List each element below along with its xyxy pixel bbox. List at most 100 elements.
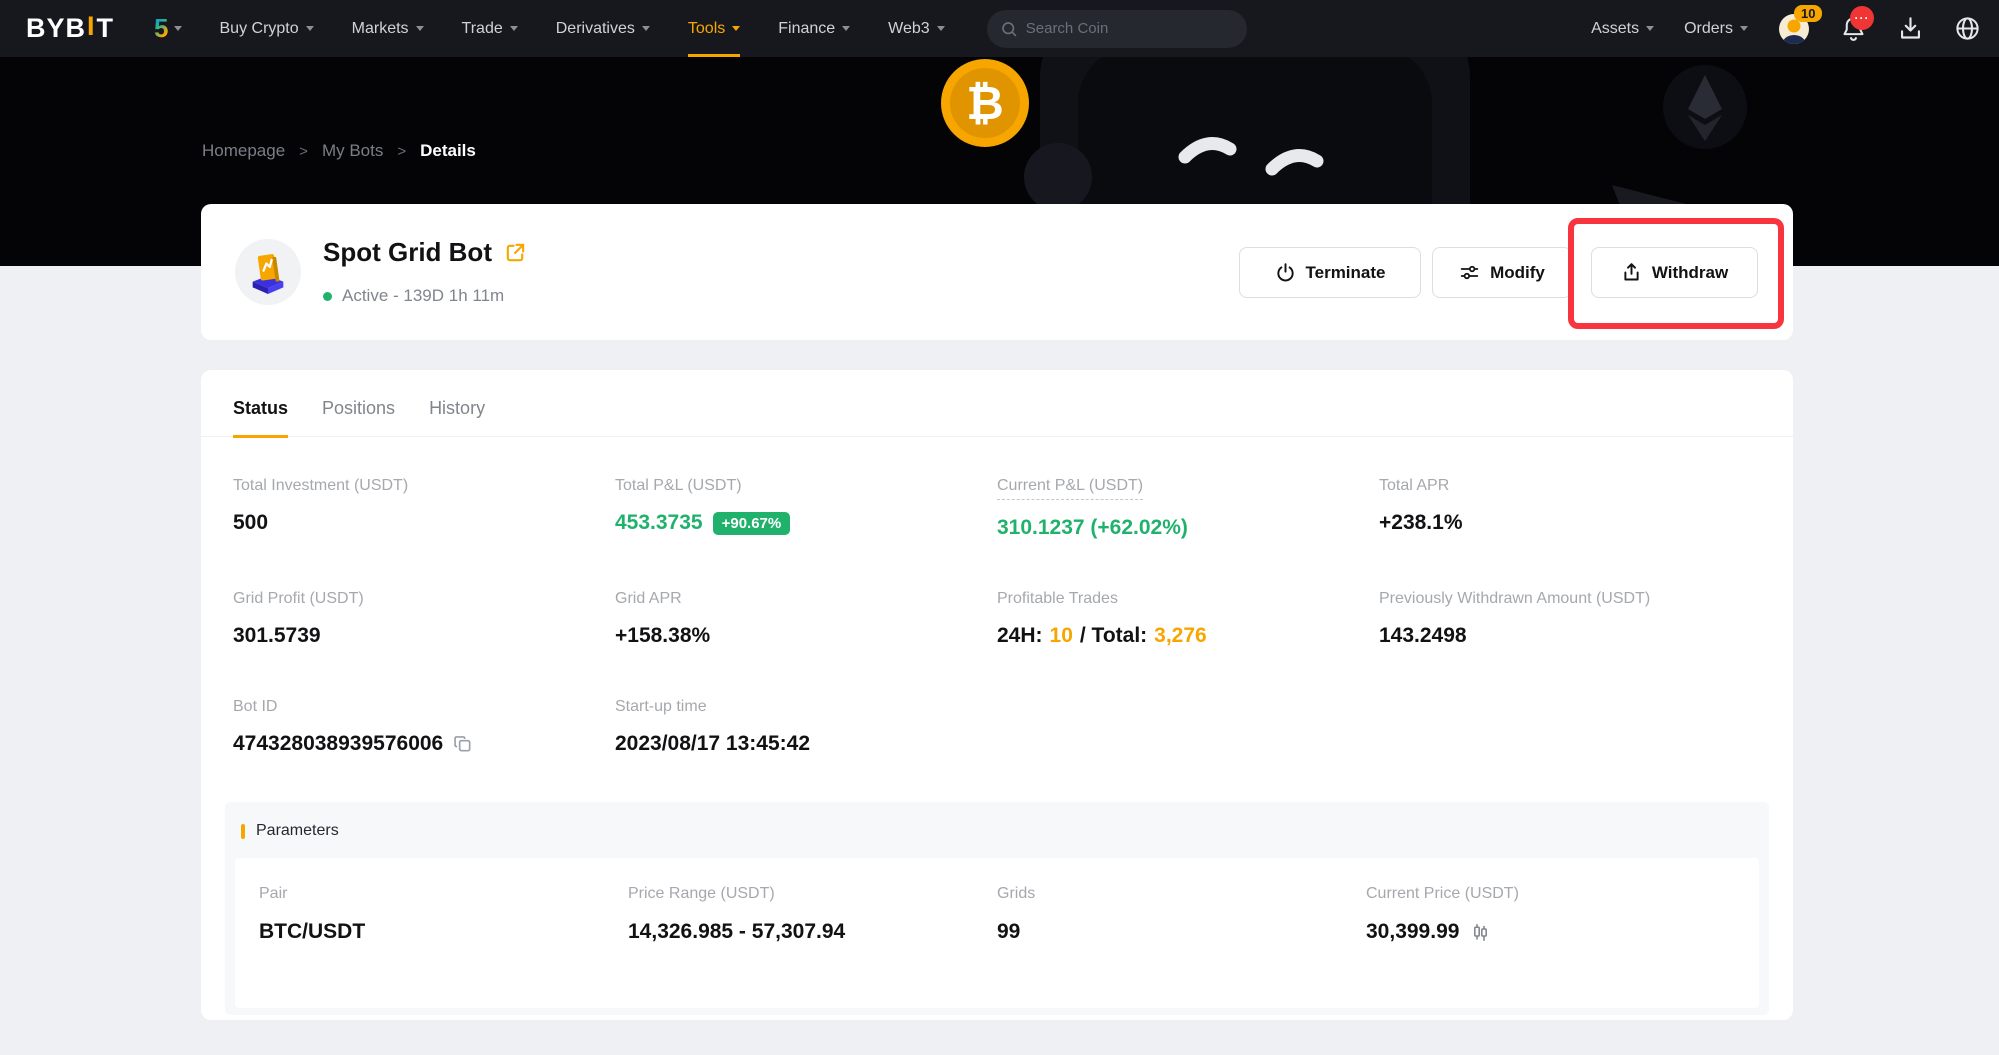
notifications-button[interactable]: ··· [1840,15,1867,42]
stat-value: +158.38% [615,624,997,648]
parameters-title: Parameters [256,822,339,840]
tab-positions[interactable]: Positions [322,398,395,436]
stat-label-underlined[interactable]: Current P&L (USDT) [997,477,1143,500]
nav-label: Trade [462,20,503,38]
nav-label: Derivatives [556,20,635,38]
trades-24h-label: 24H: [997,624,1043,648]
bot-status-text: Active - 139D 1h 11m [342,286,504,306]
param-value: BTC/USDT [259,920,628,944]
breadcrumb-my-bots[interactable]: My Bots [322,141,383,161]
chevron-down-icon [842,26,850,31]
globe-icon [1954,15,1981,42]
language-button[interactable] [1954,15,1981,42]
bybit-logo[interactable]: BYBIT [26,13,114,44]
copy-icon[interactable] [453,734,473,754]
terminate-label: Terminate [1306,263,1386,283]
nav-item-trade[interactable]: Trade [462,0,518,57]
bot-details-card: Status Positions History Total Investmen… [201,370,1793,1020]
stat-grid-apr: Grid APR +158.38% [615,590,997,648]
stat-label: Grid Profit (USDT) [233,590,615,608]
power-icon [1275,262,1296,283]
breadcrumb-details: Details [420,141,476,161]
stat-value: 2023/08/17 13:45:42 [615,732,997,756]
terminate-button[interactable]: Terminate [1239,247,1421,298]
logo-accent: I [87,11,96,42]
search-icon [1001,20,1017,38]
anniversary-5-menu[interactable]: 5 [154,13,181,44]
param-current-price: Current Price (USDT) 30,399.99 [1366,885,1735,1008]
stat-value: 143.2498 [1379,624,1761,648]
param-label: Current Price (USDT) [1366,885,1735,903]
chevron-down-icon [306,26,314,31]
parameters-section: Parameters Pair BTC/USDT Price Range (US… [225,802,1769,1015]
svg-text:₿: ₿ [966,77,1004,129]
stat-label: Total Investment (USDT) [233,477,615,495]
chevron-down-icon [416,26,424,31]
modify-button[interactable]: Modify [1432,247,1572,298]
chat-count-badge: 10 [1794,5,1822,22]
param-label: Price Range (USDT) [628,885,997,903]
withdraw-label: Withdraw [1652,263,1728,283]
status-dot [323,292,332,301]
stat-total-pnl: Total P&L (USDT) 453.3735 +90.67% [615,477,997,540]
nav-item-buy-crypto[interactable]: Buy Crypto [220,0,314,57]
stat-previously-withdrawn: Previously Withdrawn Amount (USDT) 143.2… [1379,590,1761,648]
trades-total-value: 3,276 [1154,624,1207,648]
tab-bar: Status Positions History [201,370,1793,437]
chevron-down-icon [510,26,518,31]
nav-label: Buy Crypto [220,20,299,38]
param-value: 14,326.985 - 57,307.94 [628,920,997,944]
stat-label: Profitable Trades [997,590,1379,608]
param-label: Grids [997,885,1366,903]
bot-header-card: Spot Grid Bot Active - 139D 1h 11m Termi… [201,204,1793,340]
stat-startup-time: Start-up time 2023/08/17 13:45:42 [615,698,997,756]
nav-item-orders[interactable]: Orders [1684,20,1748,38]
logo-text: T [97,13,115,44]
stat-profitable-trades: Profitable Trades 24H: 10 / Total: 3,276 [997,590,1379,648]
grid-bot-icon [245,249,291,295]
stat-value: +238.1% [1379,511,1761,535]
param-pair: Pair BTC/USDT [259,885,628,1008]
tab-status[interactable]: Status [233,398,288,438]
chevron-down-icon [937,26,945,31]
nav-item-assets[interactable]: Assets [1591,20,1654,38]
nav-label: Tools [688,20,725,38]
nav-label: Orders [1684,20,1733,38]
nav-label: Markets [352,20,409,38]
stats-grid: Total Investment (USDT) 500 Total P&L (U… [201,437,1793,756]
param-value: 30,399.99 [1366,920,1459,944]
search-coin-input[interactable] [1026,20,1233,37]
accent-bar [241,824,245,839]
external-link-icon[interactable] [504,241,527,264]
chevron-down-icon [174,26,182,31]
pnl-percent-badge: +90.67% [713,512,791,535]
stat-total-investment: Total Investment (USDT) 500 [233,477,615,540]
nav-item-tools[interactable]: Tools [688,0,740,57]
notification-dot-badge: ··· [1850,6,1874,30]
logo-text: BYB [26,13,86,44]
parameters-panel: Pair BTC/USDT Price Range (USDT) 14,326.… [235,858,1759,1008]
tab-history[interactable]: History [429,398,485,436]
chevron-down-icon [1740,26,1748,31]
breadcrumb-separator: > [397,143,406,160]
stat-total-apr: Total APR +238.1% [1379,477,1761,540]
trades-total-label: / Total: [1080,624,1147,648]
support-chat-button[interactable]: 10 [1778,13,1810,45]
nav-item-web3[interactable]: Web3 [888,0,945,57]
nav-item-markets[interactable]: Markets [352,0,424,57]
stat-label: Start-up time [615,698,997,716]
breadcrumb-homepage[interactable]: Homepage [202,141,285,161]
page: BYBIT 5 Buy Crypto Markets Trade Derivat… [0,0,1999,1055]
stat-bot-id: Bot ID 474328038939576006 [233,698,615,756]
chevron-down-icon [642,26,650,31]
page-title: Spot Grid Bot [323,237,492,268]
nav-item-derivatives[interactable]: Derivatives [556,0,650,57]
download-app-button[interactable] [1897,15,1924,42]
bitcoin-coin-icon: ₿ [941,59,1029,147]
nav-item-finance[interactable]: Finance [778,0,850,57]
candlestick-chart-icon[interactable] [1470,922,1491,943]
sliders-icon [1459,262,1480,283]
search-coin-box[interactable] [987,10,1247,48]
withdraw-button[interactable]: Withdraw [1591,247,1758,298]
withdraw-icon [1621,262,1642,283]
